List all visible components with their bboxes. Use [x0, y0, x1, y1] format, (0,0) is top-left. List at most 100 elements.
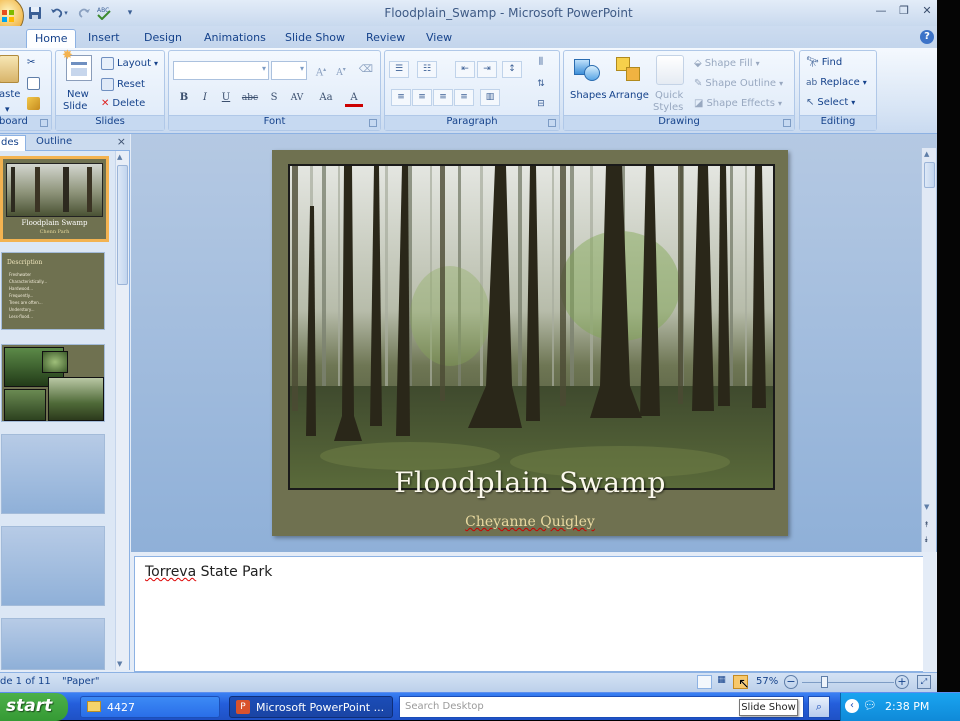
- restore-icon[interactable]: ❐: [895, 4, 913, 20]
- layout-button[interactable]: Layout ▾: [101, 57, 158, 70]
- character-spacing-button[interactable]: AV: [286, 89, 308, 107]
- slide-thumbnail-6[interactable]: [1, 618, 105, 670]
- back-arrow-icon[interactable]: ‹: [845, 699, 859, 713]
- taskbar-item-powerpoint[interactable]: P Microsoft PowerPoint ...: [229, 696, 393, 718]
- tab-home[interactable]: Home: [26, 29, 77, 48]
- new-slide-label-2[interactable]: Slide: [63, 101, 87, 112]
- text-direction-icon[interactable]: ⇅: [531, 77, 551, 94]
- close-pane-icon[interactable]: ×: [117, 135, 126, 148]
- slide-thumbnail-1[interactable]: Floodplain Swamp Chenn Parh: [0, 156, 109, 242]
- slide-thumbnail-2[interactable]: Description Freshwater Characteristicall…: [1, 252, 105, 330]
- underline-button[interactable]: U: [217, 89, 235, 107]
- zoom-in-icon[interactable]: +: [895, 675, 909, 689]
- slide-thumbnail-3[interactable]: [1, 344, 105, 422]
- zoom-slider[interactable]: [802, 682, 894, 683]
- arrange-icon[interactable]: [614, 55, 644, 85]
- swamp-photo[interactable]: [288, 164, 775, 490]
- quick-styles-label-2[interactable]: Styles: [653, 102, 683, 113]
- font-name-combo[interactable]: ▾: [173, 61, 269, 80]
- notes-text[interactable]: Torreva State Park: [145, 564, 272, 580]
- fit-to-window-icon[interactable]: ⤢: [917, 675, 931, 689]
- shapes-icon[interactable]: [572, 55, 602, 85]
- align-left-icon[interactable]: ≡: [391, 89, 411, 106]
- tab-review[interactable]: Review: [358, 29, 413, 48]
- close-icon[interactable]: ✕: [918, 4, 936, 20]
- clipboard-launcher-icon[interactable]: [40, 119, 48, 127]
- line-spacing-icon[interactable]: ↕: [502, 61, 522, 78]
- replace-button[interactable]: ab Replace ▾: [806, 77, 867, 88]
- columns-button-icon[interactable]: ▥: [480, 89, 500, 106]
- slide-thumbnail-5[interactable]: [1, 526, 105, 606]
- justify-icon[interactable]: ≡: [454, 89, 474, 106]
- speech-icon[interactable]: 💬︎: [863, 699, 877, 713]
- font-launcher-icon[interactable]: [369, 119, 377, 127]
- format-painter-icon[interactable]: [27, 97, 40, 110]
- shape-outline-button[interactable]: ✎ Shape Outline ▾: [694, 78, 783, 89]
- taskbar-item-folder[interactable]: 4427: [80, 696, 220, 718]
- font-size-combo[interactable]: ▾: [271, 61, 307, 80]
- scroll-up-icon[interactable]: ▲: [924, 150, 929, 158]
- tab-design[interactable]: Design: [136, 29, 190, 48]
- columns-icon[interactable]: ⫼: [531, 55, 551, 72]
- select-button[interactable]: ↖ Select ▾: [806, 97, 855, 108]
- cut-icon[interactable]: ✂: [27, 57, 35, 68]
- tab-slide-show[interactable]: Slide Show: [277, 29, 353, 48]
- align-text-icon[interactable]: ⊟: [531, 97, 551, 114]
- shrink-font-icon[interactable]: A▾: [332, 61, 350, 79]
- slide-scrollbar[interactable]: ▲ ▼ ⯭ ⯯: [921, 148, 936, 552]
- reset-button[interactable]: Reset: [101, 78, 145, 91]
- minimize-icon[interactable]: —: [872, 4, 890, 20]
- slide-sorter-icon[interactable]: ▦: [714, 675, 729, 689]
- paste-icon[interactable]: [0, 55, 19, 83]
- tab-animations[interactable]: Animations: [196, 29, 274, 48]
- slide-title[interactable]: Floodplain Swamp: [272, 466, 788, 499]
- grow-font-icon[interactable]: A▴: [312, 61, 330, 79]
- search-icon[interactable]: ⌕: [808, 696, 830, 718]
- quick-styles-label-1[interactable]: Quick: [655, 90, 683, 101]
- slide-thumbnail-4[interactable]: [1, 434, 105, 514]
- paste-button[interactable]: aste: [0, 89, 20, 100]
- arrange-button[interactable]: Arrange: [609, 90, 649, 101]
- help-icon[interactable]: ?: [920, 30, 934, 44]
- find-button[interactable]: 🔭︎ Find: [806, 57, 842, 68]
- shape-fill-button[interactable]: ⬙ Shape Fill ▾: [694, 58, 760, 69]
- shape-effects-button[interactable]: ◪ Shape Effects ▾: [694, 98, 782, 109]
- current-slide[interactable]: Floodplain Swamp Cheyanne Quigley: [272, 150, 788, 536]
- scrollbar-thumb[interactable]: [117, 165, 128, 285]
- tab-slides[interactable]: des: [0, 135, 26, 151]
- shapes-button[interactable]: Shapes: [570, 90, 607, 101]
- decrease-indent-icon[interactable]: ⇤: [455, 61, 475, 78]
- scroll-down-icon[interactable]: ▼: [924, 503, 929, 511]
- change-case-button[interactable]: Aa: [315, 89, 337, 107]
- copy-icon[interactable]: [27, 77, 40, 90]
- zoom-level[interactable]: 57%: [756, 676, 778, 687]
- scroll-down-icon[interactable]: ▼: [117, 660, 122, 668]
- quick-styles-icon[interactable]: [656, 55, 684, 85]
- previous-slide-icon[interactable]: ⯭: [924, 520, 929, 529]
- increase-indent-icon[interactable]: ⇥: [477, 61, 497, 78]
- numbering-icon[interactable]: ☷: [417, 61, 437, 78]
- normal-view-icon[interactable]: [697, 675, 712, 689]
- tab-insert[interactable]: Insert: [80, 29, 128, 48]
- delete-button[interactable]: ✕ Delete: [101, 98, 145, 109]
- bullets-icon[interactable]: ☰: [389, 61, 409, 78]
- bold-button[interactable]: B: [175, 89, 193, 107]
- tab-outline[interactable]: Outline: [30, 135, 78, 151]
- notes-pane[interactable]: Torreva State Park: [134, 556, 924, 672]
- notes-scrollbar[interactable]: [923, 556, 937, 672]
- align-right-icon[interactable]: ≡: [433, 89, 453, 106]
- start-button[interactable]: start: [0, 693, 68, 721]
- shadow-button[interactable]: S: [265, 89, 283, 107]
- next-slide-icon[interactable]: ⯯: [924, 535, 929, 544]
- new-slide-label-1[interactable]: New: [67, 89, 89, 100]
- tab-view[interactable]: View: [418, 29, 460, 48]
- scroll-up-icon[interactable]: ▲: [117, 153, 122, 161]
- scrollbar-thumb[interactable]: [924, 162, 935, 188]
- zoom-slider-thumb[interactable]: [821, 676, 828, 688]
- slide-subtitle[interactable]: Cheyanne Quigley: [272, 514, 788, 530]
- thumbnail-scrollbar[interactable]: ▲ ▼: [115, 151, 129, 670]
- paragraph-launcher-icon[interactable]: [548, 119, 556, 127]
- italic-button[interactable]: I: [196, 89, 214, 107]
- clear-formatting-icon[interactable]: ⌫: [357, 61, 375, 79]
- strikethrough-button[interactable]: abc: [239, 89, 261, 107]
